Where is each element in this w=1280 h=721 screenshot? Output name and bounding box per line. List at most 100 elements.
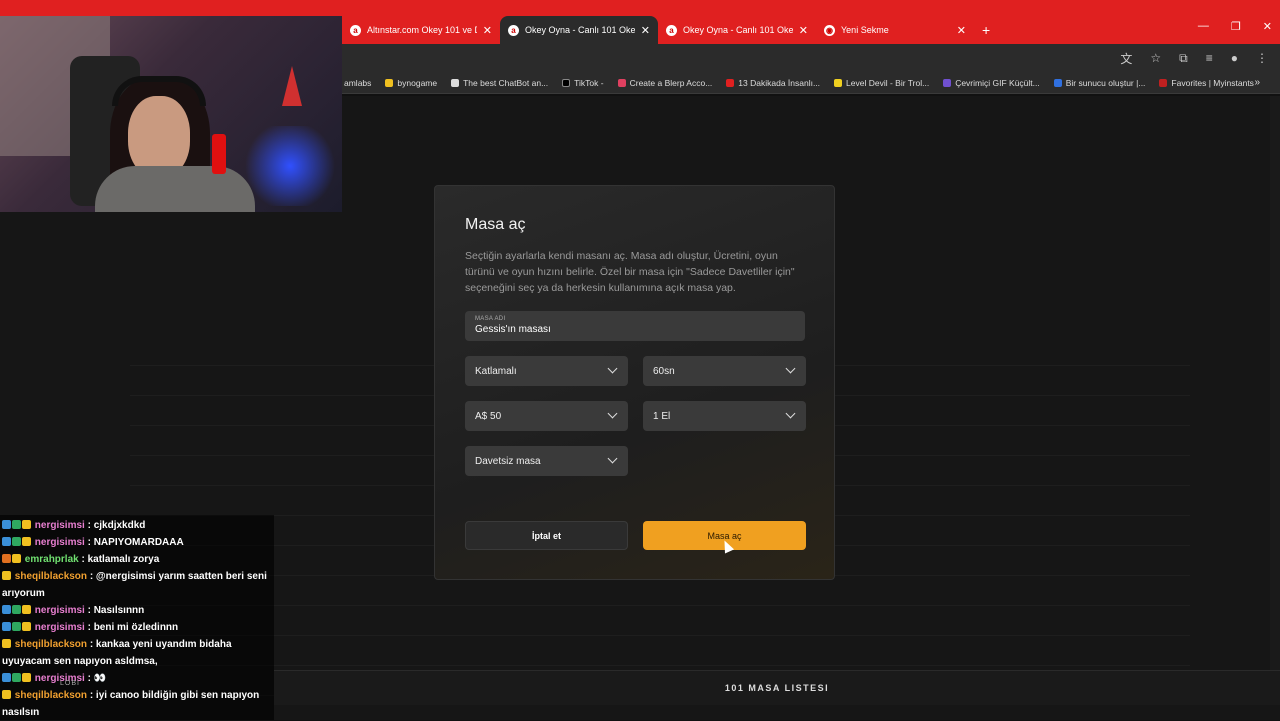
chat-message: emrahprlak : katlamalı zorya: [2, 551, 272, 568]
close-icon[interactable]: ✕: [483, 24, 492, 37]
chat-message: nergisimsi : NAPIYOMARDAAA: [2, 534, 272, 551]
cancel-button[interactable]: İptal et: [465, 521, 628, 550]
bookmark-item[interactable]: Favorites | Myinstants: [1159, 78, 1254, 88]
badge-icon: [12, 605, 21, 614]
new-tab-icon[interactable]: +: [982, 22, 990, 38]
bookmark-item[interactable]: Level Devil - Bir Trol...: [834, 78, 929, 88]
bookmark-item[interactable]: Çevrimiçi GIF Küçült...: [943, 78, 1040, 88]
table-row: [130, 606, 1190, 636]
lobby-link[interactable]: LOBI: [60, 680, 80, 687]
badge-icon: [2, 639, 11, 648]
tab-title: Okey Oyna - Canlı 101 Okey ve: [683, 25, 793, 35]
chat-message: nergisimsi : 👀: [2, 670, 272, 687]
chat-message: nergisimsi : Nasılsınnn: [2, 602, 272, 619]
close-icon[interactable]: ✕: [641, 24, 650, 37]
site-favicon-icon: a: [508, 24, 519, 36]
create-table-modal: Masa aç Seçtiğin ayarlarla kendi masanı …: [434, 185, 835, 580]
headphones: [112, 76, 206, 106]
badge-icon: [2, 673, 11, 682]
tab-okey[interactable]: a Okey Oyna - Canlı 101 Okey ve ✕: [658, 16, 816, 44]
tab-title: Okey Oyna - Canlı 101 Okey ve: [525, 25, 635, 35]
bookmark-item[interactable]: Bir sunucu oluştur |...: [1053, 78, 1145, 88]
bookmark-item[interactable]: 13 Dakikada İnsanlı...: [726, 78, 820, 88]
bookmark-icon: [617, 78, 626, 87]
profile-icon[interactable]: ●: [1231, 51, 1238, 65]
badge-icon: [2, 554, 11, 563]
chevron-right-icon[interactable]: »: [1254, 77, 1260, 88]
badge-icon: [22, 520, 31, 529]
fee-select[interactable]: A$ 50: [465, 401, 628, 431]
badge-icon: [2, 520, 11, 529]
badge-icon: [12, 520, 21, 529]
bookmark-item[interactable]: bynogame: [385, 78, 437, 88]
invite-select[interactable]: Davetsiz masa: [465, 446, 628, 476]
badge-icon: [12, 554, 21, 563]
table-name-field[interactable]: MASA ADI: [465, 311, 805, 341]
badge-icon: [22, 622, 31, 631]
badge-icon: [2, 537, 11, 546]
tab-okey-active[interactable]: a Okey Oyna - Canlı 101 Okey ve ✕: [500, 16, 658, 44]
bookmark-icon: [1159, 78, 1168, 87]
modal-title: Masa aç: [465, 216, 526, 233]
bookmark-item[interactable]: The best ChatBot an...: [451, 78, 548, 88]
close-window-icon[interactable]: ✕: [1263, 20, 1272, 33]
tab-title: Altınstar.com Okey 101 ve Düz: [367, 25, 477, 35]
translate-icon[interactable]: 文: [1120, 50, 1132, 67]
menu-icon[interactable]: ⋮: [1256, 51, 1268, 65]
bookmark-icon: [385, 78, 394, 87]
field-label: MASA ADI: [475, 316, 506, 322]
modal-description: Seçtiğin ayarlarla kendi masanı aç. Masa…: [465, 250, 795, 294]
badge-icon: [12, 622, 21, 631]
window-controls: — ❐ ✕: [1198, 20, 1272, 33]
close-icon[interactable]: ✕: [799, 24, 808, 37]
site-favicon-icon: a: [350, 24, 361, 36]
bookmark-icon: [1053, 78, 1062, 87]
tab-strip: a Altınstar.com Okey 101 ve Düz ✕ a Okey Oy…: [342, 16, 1280, 44]
table-name-input[interactable]: [475, 324, 795, 335]
youtube-icon: [726, 78, 735, 87]
chevron-down-icon: [607, 363, 618, 374]
chevron-down-icon: [607, 408, 618, 419]
table-row: [130, 576, 1190, 606]
time-select[interactable]: 60sn: [643, 356, 806, 386]
stream-chat-overlay: nergisimsi : cjkdjxkdkd nergisimsi : NAP…: [0, 515, 274, 720]
badge-icon: [22, 537, 31, 546]
table-list-bar[interactable]: 101 MASA LISTESI: [274, 670, 1280, 705]
site-favicon-icon: a: [666, 24, 677, 36]
badge-icon: [2, 622, 11, 631]
table-list-label: 101 MASA LISTESI: [724, 683, 830, 693]
chat-message: sheqilblackson : iyi canoo bildiğin gibi…: [2, 690, 260, 718]
extensions-icon[interactable]: ⧉: [1179, 51, 1188, 66]
mode-select[interactable]: Katlamalı: [465, 356, 628, 386]
bookmark-item[interactable]: amlabs: [344, 78, 371, 88]
bookmarks-bar: amlabs bynogame The best ChatBot an... T…: [342, 72, 1280, 94]
badge-icon: [2, 690, 11, 699]
chat-message: sheqilblackson : kankaa yeni uyandım bid…: [2, 639, 232, 667]
bookmark-icon: [451, 78, 460, 87]
star-icon[interactable]: ☆: [1150, 51, 1161, 65]
hands-select[interactable]: 1 El: [643, 401, 806, 431]
restore-icon[interactable]: ❐: [1231, 20, 1241, 33]
close-icon[interactable]: ✕: [957, 24, 966, 37]
tiktok-icon: [562, 78, 571, 87]
emote-icon: 👀: [93, 673, 107, 684]
badge-icon: [12, 673, 21, 682]
badge-icon: [22, 605, 31, 614]
scrollbar[interactable]: [1270, 96, 1280, 705]
chevron-down-icon: [785, 408, 796, 419]
chevron-down-icon: [785, 363, 796, 374]
bookmark-icon: [834, 78, 843, 87]
badge-icon: [2, 605, 11, 614]
bookmark-item[interactable]: Create a Blerp Acco...: [617, 78, 712, 88]
tab-title: Yeni Sekme: [841, 25, 889, 35]
tab-new[interactable]: ◉ Yeni Sekme ✕: [816, 16, 974, 44]
chat-message: nergisimsi : beni mi özledinnn: [2, 619, 272, 636]
badge-icon: [12, 537, 21, 546]
chat-message: sheqilblackson : @nergisimsi yarım saatt…: [2, 571, 267, 599]
table-row: [130, 636, 1190, 666]
tab-altinstar[interactable]: a Altınstar.com Okey 101 ve Düz ✕: [342, 16, 500, 44]
minimize-icon[interactable]: —: [1198, 20, 1209, 33]
chevron-down-icon: [607, 453, 618, 464]
media-icon[interactable]: ≡: [1206, 51, 1213, 65]
bookmark-item[interactable]: TikTok -: [562, 78, 604, 88]
